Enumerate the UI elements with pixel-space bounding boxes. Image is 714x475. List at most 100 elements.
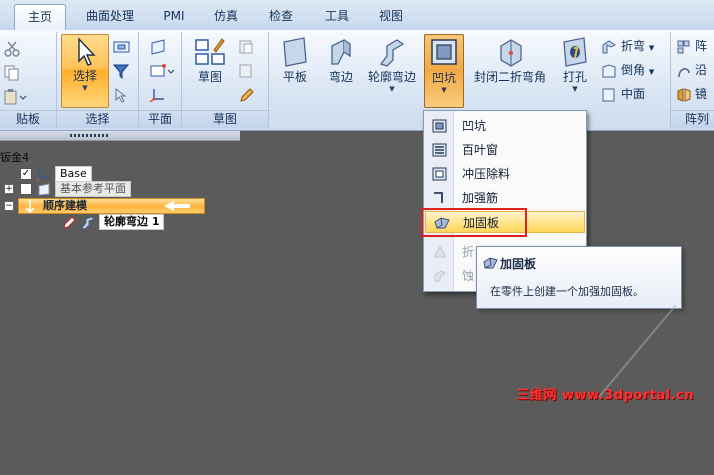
expand-icon[interactable]: + — [4, 184, 14, 194]
tab-plate-icon — [283, 37, 307, 67]
chamfer-button[interactable]: 倒角 ▼ — [601, 60, 654, 80]
ribbon-tab-bar: 主页 曲面处理 PMI 仿真 检查 工具 视图 — [0, 0, 714, 31]
pattern-label: 阵 — [695, 39, 708, 53]
ref-planes-checkbox[interactable] — [20, 183, 32, 195]
tree-item-base[interactable]: ✓ Base — [20, 166, 92, 182]
pattern-group-label: 阵列 — [671, 110, 714, 128]
ref-plane-icon — [38, 182, 49, 196]
fold-icon — [433, 246, 447, 258]
flange-icon — [331, 38, 351, 65]
project-icon — [239, 40, 253, 53]
menu-item-punch[interactable]: 冲压除料 — [425, 163, 585, 185]
along-curve-button[interactable]: 沿 — [677, 60, 707, 80]
sketch-button[interactable]: 草图 — [190, 34, 230, 106]
menu-item-bead[interactable]: 加强筋 — [425, 187, 585, 209]
clipboard-group: 贴板 — [0, 32, 57, 128]
callout-highlight-box — [421, 208, 527, 237]
menu-item-dimple[interactable]: 凹坑 — [425, 115, 585, 137]
edit-icon — [63, 215, 76, 229]
chevron-down-icon: ▼ — [572, 85, 578, 93]
chevron-down-icon: ▼ — [648, 68, 655, 76]
base-label: Base — [55, 166, 92, 182]
tab-view[interactable]: 视图 — [370, 4, 412, 29]
coordinate-system-button[interactable] — [149, 84, 171, 104]
menu-item-label: 加强筋 — [462, 191, 499, 205]
include-icon — [239, 64, 252, 77]
gusset-tooltip: 加固板 在零件上创建一个加强加固板。 — [476, 246, 682, 309]
sketch-group-label: 草图 — [182, 110, 268, 128]
plane-button[interactable] — [149, 36, 171, 56]
menu-item-label: 百叶窗 — [462, 143, 499, 157]
hole-button[interactable]: 打孔 ▼ — [557, 34, 593, 106]
select-button-label: 选择 — [72, 69, 97, 83]
paste-special-button[interactable] — [4, 86, 32, 106]
clipboard-group-label: 贴板 — [0, 110, 56, 128]
plane-options-icon — [150, 63, 175, 76]
closed-corner-button[interactable]: 封闭二折弯角 — [469, 34, 551, 106]
scissors-icon — [4, 41, 20, 57]
ribbon: 贴板 选择 ▼ 选择 平面 草图 草图 平板 弯边 轮廓弯边 ▼ 凹坑 ▼ 封闭… — [0, 30, 714, 131]
cut-button[interactable] — [4, 38, 24, 58]
base-checkbox[interactable]: ✓ — [20, 168, 32, 180]
select-tools-button[interactable] — [113, 84, 135, 104]
tab-tools[interactable]: 工具 — [316, 4, 358, 29]
select-box-button[interactable] — [113, 36, 135, 56]
flange-button[interactable]: 弯边 — [323, 34, 359, 106]
dimple-icon — [431, 39, 457, 65]
ref-planes-label: 基本参考平面 — [55, 181, 131, 197]
midplane-icon — [602, 88, 615, 101]
pattern-icon — [677, 40, 690, 53]
bend-button[interactable]: 折弯 ▼ — [601, 36, 654, 56]
dimple-label: 凹坑 — [431, 71, 456, 85]
tree-root[interactable]: 钣金4 — [0, 151, 29, 165]
sketch-group: 草图 草图 — [182, 32, 269, 128]
tab-pmi[interactable]: PMI — [154, 4, 194, 29]
select-tools-icon — [115, 87, 127, 103]
filter-button[interactable] — [113, 60, 135, 80]
copy-button[interactable] — [4, 62, 24, 82]
tab-home[interactable]: 主页 — [14, 4, 66, 31]
closed-corner-label: 封闭二折弯角 — [473, 70, 546, 84]
contour-flange-button[interactable]: 轮廓弯边 ▼ — [365, 34, 419, 106]
dimple-icon — [432, 119, 447, 133]
midplane-label: 中面 — [621, 87, 646, 101]
tree-item-contour-flange[interactable]: 轮廓弯边 1 — [62, 214, 165, 230]
select-group: 选择 ▼ 选择 — [57, 32, 139, 128]
pattern-button[interactable]: 阵 — [677, 36, 707, 56]
midplane-button[interactable]: 中面 — [601, 84, 645, 104]
curve-icon — [678, 67, 690, 77]
arrow-left-icon — [164, 201, 190, 211]
menu-item-louver[interactable]: 百叶窗 — [425, 139, 585, 161]
tooltip-title: 加固板 — [500, 257, 537, 271]
watermark: 三维网 www.3dportal.cn — [516, 388, 694, 403]
plane-options-button[interactable] — [149, 60, 179, 80]
collapse-icon[interactable]: − — [4, 201, 14, 211]
menu-item-label: 蚀 — [462, 269, 475, 283]
tree-item-ref-planes[interactable]: 基本参考平面 — [20, 181, 131, 197]
splitter-grip[interactable] — [70, 134, 110, 137]
tree-item-sequential[interactable]: 顺序建模 — [18, 198, 205, 214]
sketch-pencil-button[interactable] — [238, 84, 260, 104]
tab-inspect[interactable]: 检查 — [260, 4, 302, 29]
contour-flange-feature-label: 轮廓弯边 1 — [99, 214, 165, 230]
cursor-icon — [78, 37, 96, 66]
closed-corner-icon — [500, 39, 522, 67]
bend-icon — [602, 39, 616, 53]
pathfinder-splitter[interactable] — [0, 131, 240, 141]
louver-icon — [432, 143, 447, 157]
hole-label: 打孔 — [562, 70, 587, 84]
box-select-icon — [113, 41, 130, 52]
sketch-project-button[interactable] — [238, 36, 260, 56]
sequence-icon — [25, 200, 35, 213]
flat-button[interactable]: 平板 — [277, 34, 313, 106]
select-button[interactable]: 选择 ▼ — [61, 34, 109, 108]
dimple-button[interactable]: 凹坑 ▼ — [424, 34, 464, 108]
tab-surfacing[interactable]: 曲面处理 — [76, 4, 144, 29]
chamfer-label: 倒角 — [621, 63, 646, 77]
sketch-include-button[interactable] — [238, 60, 260, 80]
tree-root-label: 钣金4 — [0, 151, 29, 164]
tab-simulation[interactable]: 仿真 — [205, 4, 247, 29]
mirror-button[interactable]: 镜 — [677, 84, 707, 104]
flat-label: 平板 — [282, 70, 307, 84]
tooltip-body: 在零件上创建一个加强加固板。 — [490, 285, 644, 298]
